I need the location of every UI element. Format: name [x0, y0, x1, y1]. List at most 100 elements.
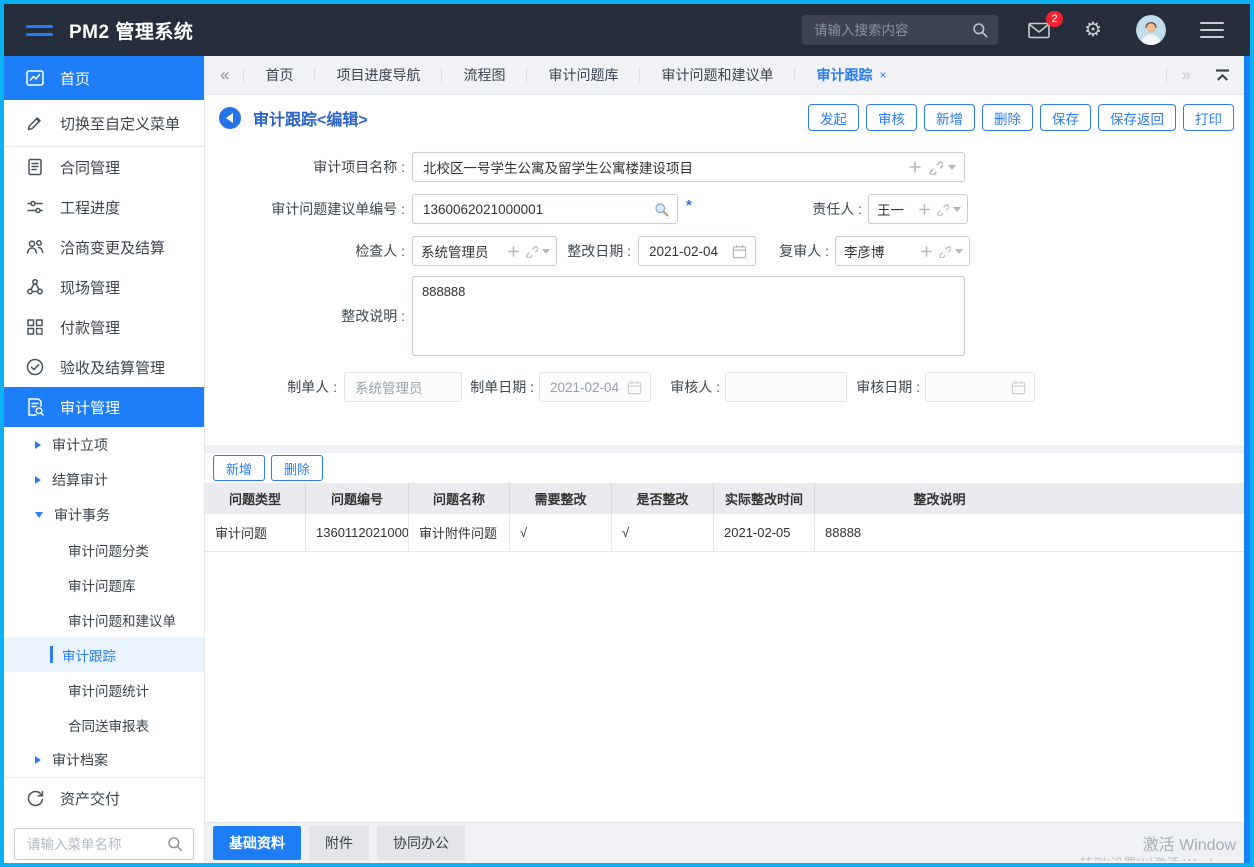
cell-issue-name: 审计附件问题: [409, 514, 510, 552]
make-date-input: [548, 379, 622, 396]
tab-audit-issue-suggestion[interactable]: 审计问题和建议单: [640, 56, 794, 94]
sidebar-item-audit-project[interactable]: 审计立项: [4, 427, 204, 462]
cell-rectify-note: 88888: [815, 514, 1244, 552]
delete-button[interactable]: 删除: [982, 104, 1033, 131]
unlink-icon[interactable]: [937, 244, 951, 258]
sidebar-item-audit-affairs[interactable]: 审计事务: [4, 497, 204, 532]
menu-search-input[interactable]: [25, 836, 167, 853]
rectify-date-input[interactable]: [647, 243, 727, 260]
initiate-button[interactable]: 发起: [808, 104, 859, 131]
reviewer-label: 复审人 :: [741, 236, 829, 266]
notification-badge: 2: [1046, 11, 1063, 27]
save-button[interactable]: 保存: [1040, 104, 1091, 131]
lookup-icon[interactable]: [654, 202, 669, 217]
unlink-icon[interactable]: [935, 202, 949, 216]
network-icon: [25, 277, 45, 297]
maker-input: [353, 379, 453, 396]
sidebar-item-label: 审计档案: [52, 750, 108, 770]
sidebar-item-settlement-audit[interactable]: 结算审计: [4, 462, 204, 497]
collapse-tabs-icon[interactable]: [1205, 69, 1244, 82]
sidebar-item-payment[interactable]: 付款管理: [4, 307, 204, 347]
sidebar-item-audit-issue-suggestion[interactable]: 审计问题和建议单: [4, 602, 204, 637]
print-button[interactable]: 打印: [1183, 104, 1234, 131]
make-date-field: [539, 372, 651, 402]
more-menu-button[interactable]: [1200, 22, 1224, 38]
search-icon[interactable]: [167, 836, 183, 852]
search-icon[interactable]: [972, 22, 988, 38]
unlink-icon[interactable]: [927, 159, 943, 175]
sidebar-item-custom-menu[interactable]: 切换至自定义菜单: [4, 100, 204, 146]
reviewer-input[interactable]: [842, 243, 916, 260]
dropdown-caret-icon[interactable]: [955, 249, 963, 254]
project-name-field: [412, 152, 965, 182]
sidebar-item-contract[interactable]: 合同管理: [4, 147, 204, 187]
tab-audit-tracking[interactable]: 审计跟踪 ×: [795, 56, 907, 94]
sidebar-item-negotiation[interactable]: 洽商变更及结算: [4, 227, 204, 267]
sidebar-item-audit-archive[interactable]: 审计档案: [4, 742, 204, 777]
sidebar-item-label: 付款管理: [60, 317, 120, 338]
rectify-note-textarea[interactable]: 888888: [412, 276, 965, 356]
make-date-label: 制单日期 :: [445, 372, 534, 402]
sidebar-item-audit-issue-stats[interactable]: 审计问题统计: [4, 672, 204, 707]
sidebar-item-asset-delivery[interactable]: 资产交付: [4, 778, 204, 818]
plus-icon[interactable]: [918, 203, 931, 216]
menu-search: [14, 828, 194, 860]
plus-icon[interactable]: [908, 160, 922, 174]
sidebar-item-audit-tracking[interactable]: 审计跟踪: [4, 637, 204, 672]
sidebar-item-audit[interactable]: 审计管理: [4, 387, 204, 427]
app-title: PM2 管理系统: [69, 17, 193, 44]
column-header: 需要整改: [510, 483, 612, 514]
sidebar-item-progress[interactable]: 工程进度: [4, 187, 204, 227]
inspector-input[interactable]: [419, 243, 503, 260]
rectify-date-label: 整改日期 :: [511, 236, 631, 266]
window-border-left: [0, 0, 4, 867]
sidebar-item-label: 审计管理: [60, 397, 120, 418]
review-button[interactable]: 审核: [866, 104, 917, 131]
sidebar-item-home[interactable]: 首页: [4, 56, 204, 100]
cell-actual-date: 2021-02-05: [714, 514, 815, 552]
window-border-right: [1250, 0, 1254, 867]
column-header: 实际整改时间: [714, 483, 815, 514]
rectify-date-field: [638, 236, 756, 266]
sidebar-item-site[interactable]: 现场管理: [4, 267, 204, 307]
sidebar-toggle-icon[interactable]: [26, 25, 53, 36]
activate-windows-watermark-line2: 转到“设置”以激活 Windows: [1080, 853, 1236, 861]
dropdown-caret-icon[interactable]: [948, 165, 956, 170]
detail-add-button[interactable]: 新增: [213, 455, 265, 481]
suggestion-no-input[interactable]: [421, 201, 649, 218]
tab-project-progress-nav[interactable]: 项目进度导航: [315, 56, 441, 94]
plus-icon[interactable]: [920, 245, 933, 258]
sidebar-item-label: 审计问题分类: [68, 540, 149, 560]
responsible-label: 责任人 :: [762, 194, 862, 224]
sidebar-item-contract-review-report[interactable]: 合同送审报表: [4, 707, 204, 742]
people-icon: [25, 237, 45, 257]
tab-audit-issue-library[interactable]: 审计问题库: [527, 56, 639, 94]
dropdown-caret-icon[interactable]: [953, 207, 961, 212]
messages-button[interactable]: 2: [1028, 22, 1050, 39]
project-name-input[interactable]: [421, 159, 903, 176]
tab-flow-chart[interactable]: 流程图: [442, 56, 526, 94]
table-row[interactable]: 审计问题 13601120210000 审计附件问题 √ √ 2021-02-0…: [205, 514, 1244, 552]
sidebar-item-audit-issue-library[interactable]: 审计问题库: [4, 567, 204, 602]
back-arrow-icon: [226, 113, 233, 123]
tab-home[interactable]: 首页: [244, 56, 314, 94]
bottom-tab-attachments[interactable]: 附件: [309, 826, 369, 860]
bottom-tab-basic-info[interactable]: 基础资料: [213, 826, 301, 860]
settings-button[interactable]: ⚙: [1084, 20, 1102, 40]
sliders-icon: [25, 197, 45, 217]
bottom-tab-collaboration[interactable]: 协同办公: [377, 826, 465, 860]
sidebar-item-label: 结算审计: [52, 470, 108, 490]
user-avatar[interactable]: [1136, 15, 1166, 45]
add-button[interactable]: 新增: [924, 104, 975, 131]
close-tab-icon[interactable]: ×: [879, 68, 886, 82]
global-search-input[interactable]: [812, 22, 972, 39]
tabs-scroll-right-icon[interactable]: »: [1167, 65, 1205, 85]
responsible-input[interactable]: [875, 201, 914, 218]
save-return-button[interactable]: 保存返回: [1098, 104, 1176, 131]
sidebar-item-audit-issue-category[interactable]: 审计问题分类: [4, 532, 204, 567]
tabs-scroll-left-icon[interactable]: «: [205, 65, 243, 85]
detail-delete-button[interactable]: 删除: [271, 455, 323, 481]
back-button[interactable]: [219, 107, 241, 129]
auditor-field: [725, 372, 847, 402]
sidebar-item-acceptance[interactable]: 验收及结算管理: [4, 347, 204, 387]
